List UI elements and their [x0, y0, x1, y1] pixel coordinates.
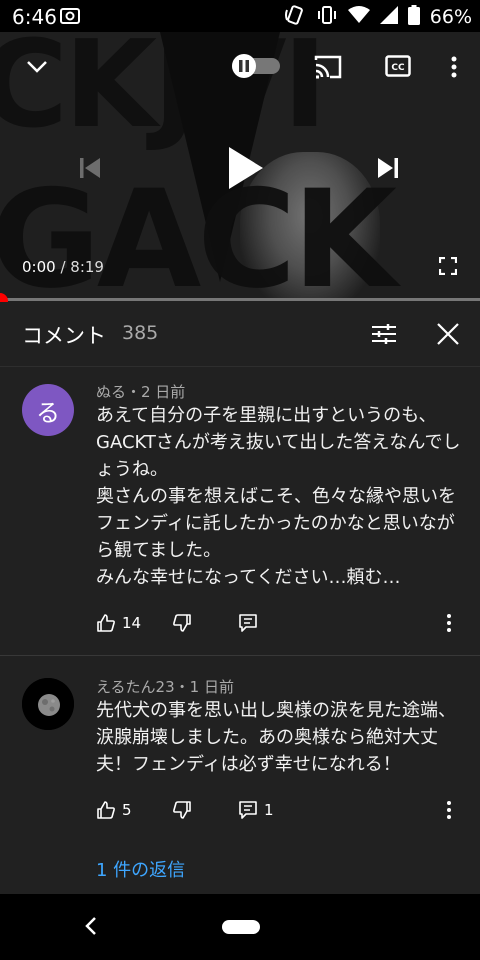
- like-count: 5: [122, 801, 132, 819]
- status-icons: 66%: [284, 4, 472, 30]
- moon-avatar-icon: [22, 678, 74, 730]
- play-icon[interactable]: [218, 138, 272, 198]
- thumbs-down-icon: [173, 614, 191, 632]
- view-replies-link[interactable]: 1 件の返信: [96, 856, 185, 882]
- player-more-icon[interactable]: [442, 52, 466, 82]
- video-player[interactable]: CKJVI GACK CC 0:00 / 8:19: [0, 32, 480, 300]
- reply-count: 1: [264, 801, 274, 819]
- status-time: 6:46: [12, 5, 57, 29]
- reply-button[interactable]: [238, 613, 264, 633]
- comment-text: 先代犬の事を思い出し奥様の涙を見た途端、涙腺崩壊しました。あの奥様なら絶対大丈夫…: [96, 700, 456, 775]
- video-duration: / 8:19: [60, 258, 104, 276]
- back-icon[interactable]: [84, 916, 98, 940]
- sort-filter-icon[interactable]: [370, 320, 398, 348]
- reply-comment-icon: [239, 801, 257, 819]
- current-time: 0:00: [22, 258, 56, 276]
- comment-author-line: えるたん23・1 日前: [96, 678, 234, 696]
- nfc-icon: [284, 4, 306, 30]
- comment-item: る ぬる・2 日前 あえて自分の子を里親に出すというのも、GACKTさんが考え抜…: [0, 366, 480, 656]
- vibrate-icon: [316, 4, 338, 30]
- status-bar: 6:46 66%: [0, 0, 480, 32]
- reply-comment-icon: [239, 614, 257, 632]
- battery-icon: [407, 5, 420, 29]
- thumbs-up-icon: [97, 801, 115, 819]
- previous-icon[interactable]: [72, 150, 108, 186]
- dislike-button[interactable]: [172, 800, 192, 820]
- thumbs-down-icon: [173, 801, 191, 819]
- screen-record-icon: [60, 8, 80, 28]
- like-button[interactable]: 14: [96, 613, 141, 633]
- comments-title: コメント: [22, 324, 106, 348]
- thumbs-up-icon: [97, 614, 115, 632]
- avatar[interactable]: る: [22, 384, 74, 436]
- dislike-button[interactable]: [172, 613, 192, 633]
- comment-text: あえて自分の子を里親に出すというのも、GACKTさんが考え抜いて出した答えなんで…: [96, 405, 461, 588]
- comment-item: えるたん23・1 日前 先代犬の事を思い出し奥様の涙を見た途端、涙腺崩壊しました…: [0, 656, 480, 856]
- battery-percent: 66%: [429, 6, 472, 28]
- svg-text:CC: CC: [391, 63, 405, 73]
- cast-icon[interactable]: [312, 52, 344, 82]
- system-nav-bar: [0, 894, 480, 960]
- wifi-icon: [347, 5, 370, 29]
- close-icon[interactable]: [434, 320, 462, 348]
- autoplay-toggle[interactable]: [230, 52, 282, 80]
- time-display: 0:00 / 8:19: [22, 258, 104, 276]
- home-pill[interactable]: [222, 920, 260, 934]
- like-button[interactable]: 5: [96, 800, 132, 820]
- fullscreen-icon[interactable]: [436, 254, 460, 278]
- reply-button[interactable]: 1: [238, 800, 274, 820]
- avatar[interactable]: [22, 678, 74, 730]
- captions-icon[interactable]: CC: [384, 52, 412, 80]
- minimize-chevron-icon[interactable]: [22, 52, 52, 82]
- comments-count: 385: [122, 322, 159, 344]
- next-icon[interactable]: [370, 150, 406, 186]
- comment-more-icon[interactable]: [446, 800, 452, 820]
- progress-bar[interactable]: [0, 298, 480, 301]
- comment-more-icon[interactable]: [446, 613, 452, 633]
- comments-header: コメント 385: [0, 302, 480, 367]
- comment-author-line: ぬる・2 日前: [96, 383, 186, 401]
- signal-icon: [379, 6, 398, 28]
- like-count: 14: [122, 614, 142, 632]
